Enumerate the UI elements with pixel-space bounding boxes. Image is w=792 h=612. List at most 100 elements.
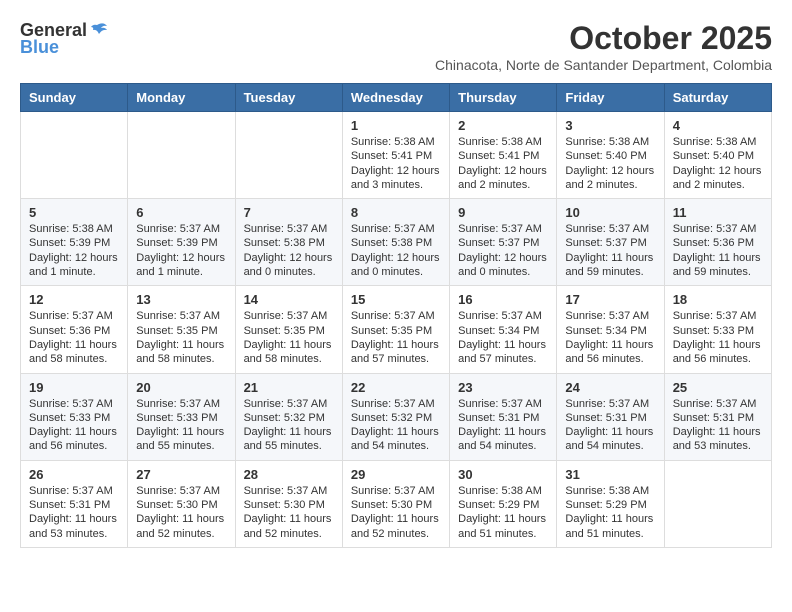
- logo-blue-text: Blue: [20, 37, 59, 58]
- calendar-week-row: 1Sunrise: 5:38 AMSunset: 5:41 PMDaylight…: [21, 112, 772, 199]
- cell-content: Sunrise: 5:37 AM: [29, 397, 119, 411]
- location-subtitle: Chinacota, Norte de Santander Department…: [109, 57, 772, 73]
- header-wednesday: Wednesday: [342, 84, 449, 112]
- cell-content: Sunrise: 5:37 AM: [244, 222, 334, 236]
- calendar-cell: 5Sunrise: 5:38 AMSunset: 5:39 PMDaylight…: [21, 199, 128, 286]
- cell-content: Sunrise: 5:38 AM: [673, 135, 763, 149]
- cell-content: Sunset: 5:39 PM: [29, 236, 119, 250]
- cell-content: Daylight: 12 hours and 2 minutes.: [673, 164, 763, 193]
- cell-content: Sunset: 5:30 PM: [244, 498, 334, 512]
- cell-content: Sunset: 5:41 PM: [458, 149, 548, 163]
- day-number: 18: [673, 292, 763, 307]
- cell-content: Sunrise: 5:37 AM: [351, 484, 441, 498]
- cell-content: Sunset: 5:33 PM: [673, 324, 763, 338]
- cell-content: Sunrise: 5:37 AM: [351, 397, 441, 411]
- cell-content: Daylight: 11 hours and 58 minutes.: [244, 338, 334, 367]
- day-number: 4: [673, 118, 763, 133]
- cell-content: Daylight: 12 hours and 2 minutes.: [565, 164, 655, 193]
- calendar-cell: 29Sunrise: 5:37 AMSunset: 5:30 PMDayligh…: [342, 460, 449, 547]
- cell-content: Daylight: 12 hours and 0 minutes.: [351, 251, 441, 280]
- cell-content: Sunrise: 5:37 AM: [673, 222, 763, 236]
- cell-content: Sunset: 5:37 PM: [565, 236, 655, 250]
- header-tuesday: Tuesday: [235, 84, 342, 112]
- cell-content: Sunrise: 5:37 AM: [136, 484, 226, 498]
- cell-content: Sunset: 5:41 PM: [351, 149, 441, 163]
- cell-content: Sunrise: 5:37 AM: [136, 222, 226, 236]
- cell-content: Sunrise: 5:37 AM: [136, 397, 226, 411]
- cell-content: Sunrise: 5:38 AM: [351, 135, 441, 149]
- cell-content: Daylight: 11 hours and 55 minutes.: [136, 425, 226, 454]
- cell-content: Sunset: 5:35 PM: [136, 324, 226, 338]
- cell-content: Daylight: 11 hours and 54 minutes.: [458, 425, 548, 454]
- day-number: 13: [136, 292, 226, 307]
- cell-content: Sunrise: 5:37 AM: [29, 484, 119, 498]
- header-saturday: Saturday: [664, 84, 771, 112]
- cell-content: Sunset: 5:31 PM: [458, 411, 548, 425]
- cell-content: Sunset: 5:33 PM: [29, 411, 119, 425]
- cell-content: Sunset: 5:31 PM: [673, 411, 763, 425]
- cell-content: Sunset: 5:38 PM: [244, 236, 334, 250]
- calendar-cell: 8Sunrise: 5:37 AMSunset: 5:38 PMDaylight…: [342, 199, 449, 286]
- calendar-cell: 10Sunrise: 5:37 AMSunset: 5:37 PMDayligh…: [557, 199, 664, 286]
- cell-content: Sunset: 5:31 PM: [565, 411, 655, 425]
- cell-content: Daylight: 11 hours and 51 minutes.: [458, 512, 548, 541]
- calendar-cell: 21Sunrise: 5:37 AMSunset: 5:32 PMDayligh…: [235, 373, 342, 460]
- cell-content: Sunrise: 5:37 AM: [458, 222, 548, 236]
- cell-content: Daylight: 11 hours and 57 minutes.: [351, 338, 441, 367]
- month-year-title: October 2025: [109, 20, 772, 57]
- cell-content: Daylight: 11 hours and 58 minutes.: [136, 338, 226, 367]
- logo: General Blue: [20, 20, 109, 58]
- calendar-cell: 11Sunrise: 5:37 AMSunset: 5:36 PMDayligh…: [664, 199, 771, 286]
- day-number: 31: [565, 467, 655, 482]
- cell-content: Daylight: 11 hours and 56 minutes.: [565, 338, 655, 367]
- day-number: 19: [29, 380, 119, 395]
- cell-content: Sunrise: 5:37 AM: [565, 397, 655, 411]
- calendar-cell: [21, 112, 128, 199]
- day-number: 9: [458, 205, 548, 220]
- cell-content: Sunset: 5:35 PM: [351, 324, 441, 338]
- cell-content: Sunset: 5:37 PM: [458, 236, 548, 250]
- cell-content: Sunset: 5:36 PM: [673, 236, 763, 250]
- cell-content: Daylight: 12 hours and 2 minutes.: [458, 164, 548, 193]
- day-number: 12: [29, 292, 119, 307]
- day-number: 15: [351, 292, 441, 307]
- cell-content: Sunrise: 5:37 AM: [565, 309, 655, 323]
- cell-content: Sunrise: 5:37 AM: [565, 222, 655, 236]
- calendar-cell: 25Sunrise: 5:37 AMSunset: 5:31 PMDayligh…: [664, 373, 771, 460]
- day-number: 1: [351, 118, 441, 133]
- calendar-cell: 2Sunrise: 5:38 AMSunset: 5:41 PMDaylight…: [450, 112, 557, 199]
- cell-content: Daylight: 11 hours and 54 minutes.: [565, 425, 655, 454]
- day-number: 7: [244, 205, 334, 220]
- cell-content: Sunrise: 5:37 AM: [458, 397, 548, 411]
- page-header: General Blue October 2025 Chinacota, Nor…: [20, 20, 772, 73]
- header-sunday: Sunday: [21, 84, 128, 112]
- header-monday: Monday: [128, 84, 235, 112]
- cell-content: Daylight: 11 hours and 52 minutes.: [351, 512, 441, 541]
- day-number: 2: [458, 118, 548, 133]
- day-number: 10: [565, 205, 655, 220]
- day-number: 28: [244, 467, 334, 482]
- cell-content: Daylight: 11 hours and 53 minutes.: [29, 512, 119, 541]
- calendar-week-row: 26Sunrise: 5:37 AMSunset: 5:31 PMDayligh…: [21, 460, 772, 547]
- cell-content: Sunrise: 5:37 AM: [244, 397, 334, 411]
- day-number: 21: [244, 380, 334, 395]
- cell-content: Sunrise: 5:38 AM: [29, 222, 119, 236]
- day-number: 3: [565, 118, 655, 133]
- day-number: 29: [351, 467, 441, 482]
- day-number: 6: [136, 205, 226, 220]
- cell-content: Daylight: 12 hours and 0 minutes.: [244, 251, 334, 280]
- title-block: October 2025 Chinacota, Norte de Santand…: [109, 20, 772, 73]
- cell-content: Sunrise: 5:37 AM: [673, 309, 763, 323]
- cell-content: Daylight: 11 hours and 59 minutes.: [673, 251, 763, 280]
- cell-content: Daylight: 12 hours and 1 minute.: [29, 251, 119, 280]
- calendar-cell: 17Sunrise: 5:37 AMSunset: 5:34 PMDayligh…: [557, 286, 664, 373]
- calendar-cell: 19Sunrise: 5:37 AMSunset: 5:33 PMDayligh…: [21, 373, 128, 460]
- calendar-cell: 20Sunrise: 5:37 AMSunset: 5:33 PMDayligh…: [128, 373, 235, 460]
- calendar-cell: [128, 112, 235, 199]
- cell-content: Daylight: 11 hours and 52 minutes.: [244, 512, 334, 541]
- day-number: 24: [565, 380, 655, 395]
- cell-content: Sunrise: 5:37 AM: [458, 309, 548, 323]
- day-number: 8: [351, 205, 441, 220]
- cell-content: Daylight: 11 hours and 57 minutes.: [458, 338, 548, 367]
- calendar-cell: 7 Sunrise: 5:37 AMSunset: 5:38 PMDaylight…: [235, 199, 342, 286]
